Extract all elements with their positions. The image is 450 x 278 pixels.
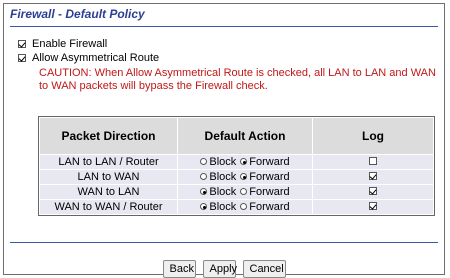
enable-firewall-label: Enable Firewall [32, 38, 108, 50]
forward-radio-option[interactable]: Forward [240, 171, 290, 183]
block-radio-label: Block [209, 201, 237, 213]
block-radio-label: Block [209, 171, 237, 183]
page-title: Firewall - Default Policy [10, 7, 145, 21]
block-radio-option[interactable]: Block [200, 156, 236, 168]
packet-direction-cell: LAN to WAN [39, 169, 178, 185]
forward-radio-label: Forward [249, 156, 290, 168]
default-action-cell: Block Forward [177, 184, 313, 200]
table-row: WAN to WAN / Router Block Forward [39, 199, 434, 215]
forward-radio[interactable] [240, 188, 248, 195]
log-checkbox[interactable] [369, 187, 377, 195]
cancel-button[interactable]: Cancel [242, 260, 286, 278]
packet-direction-cell: WAN to WAN / Router [39, 199, 178, 215]
table-row: WAN to LAN Block Forward [39, 184, 434, 200]
header-log: Log [312, 117, 434, 155]
forward-radio-label: Forward [249, 171, 290, 183]
forward-radio-label: Forward [249, 201, 290, 213]
forward-radio[interactable] [240, 158, 248, 165]
log-cell [312, 154, 434, 170]
log-checkbox[interactable] [369, 202, 377, 210]
policy-panel: Firewall - Default Policy Enable Firewal… [3, 3, 445, 278]
forward-radio-label: Forward [249, 186, 290, 198]
table-row: LAN to LAN / Router Block Forward [39, 154, 434, 170]
forward-radio-option[interactable]: Forward [240, 156, 290, 168]
block-radio-option[interactable]: Block [200, 186, 236, 198]
table-row: LAN to WAN Block Forward [39, 169, 434, 185]
forward-radio[interactable] [240, 173, 248, 180]
block-radio[interactable] [200, 203, 208, 210]
log-cell [312, 199, 434, 215]
block-radio[interactable] [200, 188, 208, 195]
button-bar: Back Apply Cancel [4, 260, 444, 278]
policy-table: Packet Direction Default Action Log LAN … [38, 116, 435, 216]
enable-firewall-option[interactable]: Enable Firewall [18, 38, 107, 50]
enable-firewall-checkbox[interactable] [18, 40, 26, 48]
caution-text: CAUTION: When Allow Asymmetrical Route i… [39, 67, 436, 92]
default-action-cell: Block Forward [177, 154, 313, 170]
title-divider [10, 26, 438, 27]
forward-radio[interactable] [240, 203, 248, 210]
header-default-action: Default Action [177, 117, 313, 155]
header-packet-direction: Packet Direction [39, 117, 178, 155]
block-radio[interactable] [200, 173, 208, 180]
block-radio-option[interactable]: Block [200, 171, 236, 183]
apply-button[interactable]: Apply [202, 260, 237, 278]
log-cell [312, 169, 434, 185]
block-radio-option[interactable]: Block [200, 201, 236, 213]
block-radio[interactable] [200, 158, 208, 165]
allow-asymmetrical-label: Allow Asymmetrical Route [32, 52, 160, 64]
allow-asymmetrical-checkbox[interactable] [18, 54, 26, 62]
footer-divider [10, 242, 438, 243]
log-checkbox[interactable] [369, 172, 377, 180]
packet-direction-cell: WAN to LAN [39, 184, 178, 200]
packet-direction-cell: LAN to LAN / Router [39, 154, 178, 170]
back-button[interactable]: Back [162, 260, 196, 278]
log-checkbox[interactable] [369, 157, 377, 165]
forward-radio-option[interactable]: Forward [240, 186, 290, 198]
forward-radio-option[interactable]: Forward [240, 201, 290, 213]
table-header-row: Packet Direction Default Action Log [39, 117, 434, 155]
block-radio-label: Block [209, 186, 237, 198]
default-action-cell: Block Forward [177, 169, 313, 185]
default-action-cell: Block Forward [177, 199, 313, 215]
log-cell [312, 184, 434, 200]
allow-asymmetrical-option[interactable]: Allow Asymmetrical Route [18, 52, 159, 64]
block-radio-label: Block [209, 156, 237, 168]
